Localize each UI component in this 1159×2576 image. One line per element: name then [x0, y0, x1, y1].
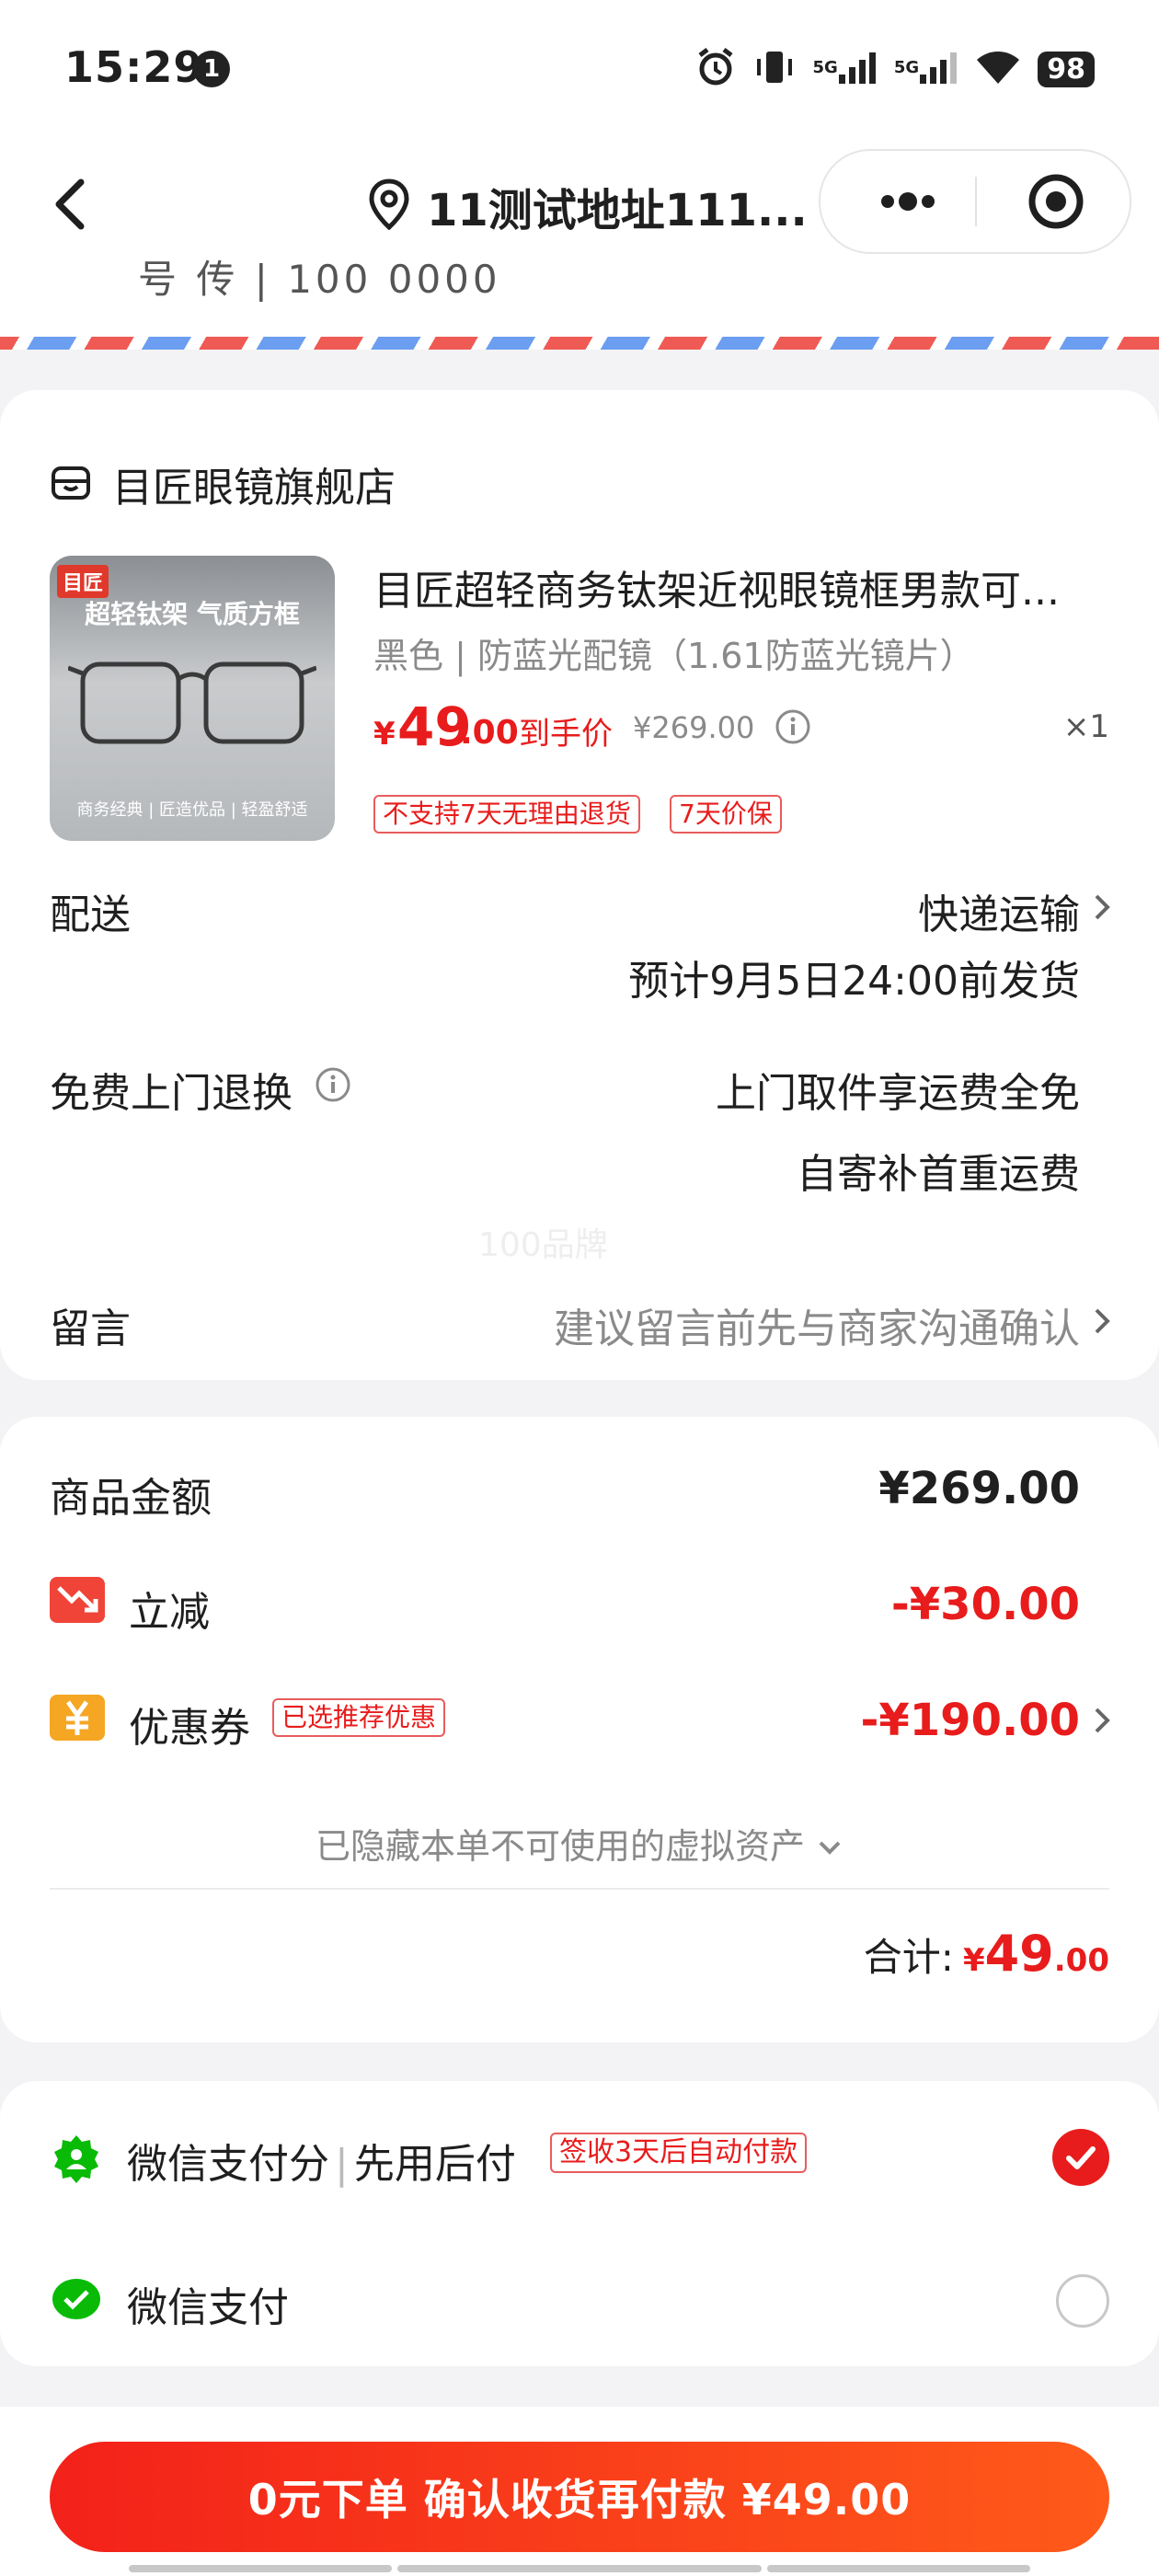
top-header: 15:29 1 5G 5G 98 11测试地址111... 号 传 | 100 …: [0, 0, 1159, 350]
total-decimal: .00: [1053, 1942, 1109, 1979]
submit-order-button[interactable]: 0元下单 确认收货再付款 ¥49.00: [50, 2442, 1109, 2552]
chevron-right-icon[interactable]: [1091, 1704, 1113, 1741]
nav-bar: 11测试地址111...: [0, 147, 1159, 258]
returns-line1: 上门取件享运费全免: [716, 1070, 1080, 1117]
location-pin-icon: [368, 178, 410, 234]
summary-card: 商品金额 ¥269.00 立减 -¥30.00 优惠券 已选推荐优惠 -¥190…: [0, 1417, 1159, 2042]
product-image[interactable]: 目匠 超轻钛架 气质方框 商务经典 | 匠造优品 | 轻盈舒适: [50, 556, 335, 841]
price-info-icon[interactable]: [775, 708, 811, 749]
home-indicator-right: [767, 2565, 1030, 2572]
discount-amount: -¥30.00: [890, 1579, 1080, 1630]
product-image-slogan: 超轻钛架 气质方框: [85, 599, 300, 629]
tag-price-protect: 7天价保: [670, 795, 782, 834]
chevron-left-icon: [55, 178, 85, 230]
airmail-stripe: [0, 337, 1159, 350]
returns-line2: 自寄补首重运费: [797, 1151, 1080, 1198]
chevron-right-icon[interactable]: [1091, 1305, 1113, 1341]
home-indicator-center: [397, 2565, 762, 2572]
wechat-pay-score-name: 微信支付分: [127, 2141, 329, 2188]
delivery-method[interactable]: 快递运输: [918, 881, 1080, 940]
chevron-right-icon[interactable]: [1091, 891, 1113, 927]
price-decimal: .00: [460, 714, 519, 752]
total-integer: 49: [984, 1925, 1054, 1983]
wechat-pay-score-icon: [50, 2133, 103, 2186]
returns-label-row: 免费上门退换: [50, 1060, 351, 1119]
battery-level: 98: [1038, 51, 1095, 87]
watermark-text: 100品牌: [478, 1226, 608, 1264]
total-label: 合计:: [863, 1935, 954, 1980]
goods-amount-label: 商品金额: [50, 1475, 212, 1522]
product-title[interactable]: 目匠超轻商务钛架近视眼镜框男款可...: [373, 558, 1109, 616]
address-contact-cut: 号 传 | 100 0000: [138, 257, 501, 302]
network-type-2: 5G: [893, 57, 920, 77]
home-indicator-left: [129, 2565, 392, 2572]
order-total: 合计: ¥ 49 .00: [864, 1925, 1109, 1983]
wechat-pay-score-label: 微信支付分 | 先用后付: [127, 2131, 516, 2190]
tag-no-return: 不支持7天无理由退货: [373, 795, 640, 834]
delivery-label: 配送: [50, 891, 131, 938]
status-time: 15:29: [64, 42, 204, 92]
more-button[interactable]: [857, 169, 958, 234]
coupon-amount[interactable]: -¥190.00: [860, 1695, 1080, 1746]
network-type-1: 5G: [812, 57, 838, 77]
address-text: 11测试地址111...: [427, 185, 808, 236]
summary-divider: [50, 1888, 1109, 1890]
hidden-assets-text: 已隐藏本单不可使用的虚拟资产: [315, 1826, 805, 1867]
pay-later-label: 先用后付: [353, 2141, 516, 2188]
alarm-icon: [694, 46, 737, 92]
status-icons: 5G 5G 98: [694, 46, 1095, 92]
price-currency: ¥: [373, 716, 396, 753]
wechat-pay-label: 微信支付: [127, 2284, 289, 2331]
radio-unchecked-icon[interactable]: [1056, 2274, 1109, 2328]
status-bar: 15:29 1 5G 5G 98: [0, 0, 1159, 138]
shop-name: 目匠眼镜旗舰店: [112, 465, 396, 512]
goods-amount: ¥269.00: [878, 1463, 1080, 1514]
discount-label: 立减: [129, 1589, 210, 1636]
discount-down-icon: [50, 1577, 105, 1623]
more-dots-icon: [881, 192, 935, 211]
payment-card: 微信支付分 | 先用后付 签收3天后自动付款 微信支付: [0, 2081, 1159, 2366]
wifi-icon: [975, 49, 1021, 89]
signal-icon-2: 5G: [894, 49, 958, 90]
auto-pay-tag: 签收3天后自动付款: [550, 2133, 808, 2173]
product-image-badge: 目匠: [57, 565, 109, 598]
address-selector[interactable]: 11测试地址111...: [368, 169, 808, 243]
hidden-assets-toggle[interactable]: 已隐藏本单不可使用的虚拟资产: [0, 1818, 1159, 1869]
back-button[interactable]: [37, 167, 110, 241]
product-image-footer: 商务经典 | 匠造优品 | 轻盈舒适: [76, 800, 308, 820]
target-icon: [1028, 174, 1084, 229]
glasses-icon: [68, 661, 316, 744]
total-currency: ¥: [962, 1942, 985, 1979]
coupon-yen-icon: [50, 1695, 105, 1741]
coupon-label: 优惠券: [129, 1705, 250, 1752]
original-price: ¥269.00: [633, 710, 755, 745]
close-miniprogram-button[interactable]: [1021, 169, 1091, 234]
delivery-eta: 预计9月5日24:00前发货: [628, 958, 1080, 1005]
shop-header[interactable]: 目匠眼镜旗舰店: [50, 454, 396, 513]
signal-icon-1: 5G: [812, 49, 877, 90]
quantity: ×1: [1062, 708, 1109, 745]
capsule-divider: [975, 177, 977, 226]
vibrate-icon: [753, 46, 796, 92]
pay-label-separator: |: [335, 2141, 349, 2188]
final-price-label: 到手价: [519, 716, 613, 753]
message-input[interactable]: 建议留言前先与商家沟通确认: [554, 1295, 1080, 1354]
product-spec[interactable]: 黑色 | 防蓝光配镜（1.61防蓝光镜片）: [373, 627, 975, 678]
price-row: ¥ 49 .00 到手价 ¥269.00 ×1: [373, 696, 1109, 760]
wechat-pay-icon: [50, 2274, 103, 2328]
notification-badge: 1: [193, 51, 230, 87]
returns-info-icon[interactable]: [315, 1066, 351, 1113]
bottom-action-bar: 0元下单 确认收货再付款 ¥49.00: [0, 2407, 1159, 2576]
order-card: 目匠眼镜旗舰店 目匠 超轻钛架 气质方框 商务经典 | 匠造优品 | 轻盈舒适 …: [0, 390, 1159, 1380]
radio-checked-icon[interactable]: [1052, 2129, 1109, 2186]
shop-icon: [50, 461, 92, 507]
message-label: 留言: [50, 1305, 131, 1352]
coupon-tag: 已选推荐优惠: [272, 1698, 446, 1737]
mini-program-capsule: [819, 149, 1131, 254]
chevron-down-icon: [816, 1826, 843, 1867]
returns-label: 免费上门退换: [50, 1070, 293, 1117]
